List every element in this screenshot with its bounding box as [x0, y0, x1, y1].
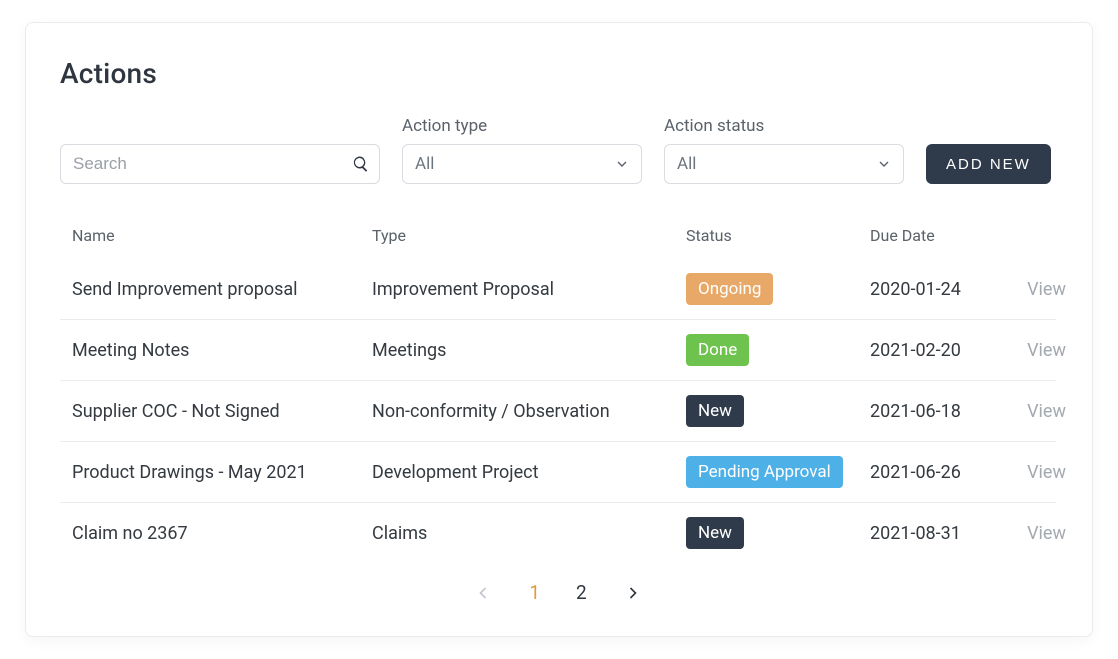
cell-status: Pending Approval [686, 456, 870, 488]
filter-status-group: Action status All [664, 116, 904, 184]
table-body: Send Improvement proposalImprovement Pro… [60, 259, 1056, 563]
filter-status-value: All [677, 154, 696, 174]
cell-name: Send Improvement proposal [72, 279, 372, 300]
actions-table: Name Type Status Due Date Send Improveme… [60, 212, 1056, 563]
table-header: Name Type Status Due Date [60, 212, 1056, 259]
cell-name: Meeting Notes [72, 340, 372, 361]
status-badge: Ongoing [686, 273, 773, 305]
search-input[interactable] [60, 144, 380, 184]
col-duedate: Due Date [870, 226, 1006, 245]
table-row: Supplier COC - Not SignedNon-conformity … [60, 381, 1056, 442]
view-link[interactable]: View [1006, 462, 1066, 483]
cell-type: Improvement Proposal [372, 279, 686, 300]
view-link[interactable]: View [1006, 401, 1066, 422]
col-name: Name [72, 226, 372, 245]
filter-status-select[interactable]: All [664, 144, 904, 184]
cell-due-date: 2021-08-31 [870, 523, 1006, 544]
table-row: Product Drawings - May 2021Development P… [60, 442, 1056, 503]
status-badge: New [686, 517, 744, 549]
cell-due-date: 2021-06-18 [870, 401, 1006, 422]
filter-type-label: Action type [402, 116, 642, 136]
cell-type: Meetings [372, 340, 686, 361]
cell-due-date: 2021-06-26 [870, 462, 1006, 483]
status-badge: Done [686, 334, 749, 366]
view-link[interactable]: View [1006, 340, 1066, 361]
filter-type-group: Action type All [402, 116, 642, 184]
page-prev [473, 583, 493, 603]
page-title: Actions [60, 57, 1056, 90]
view-link[interactable]: View [1006, 523, 1066, 544]
cell-due-date: 2020-01-24 [870, 279, 1006, 300]
cell-due-date: 2021-02-20 [870, 340, 1006, 361]
page-number[interactable]: 1 [529, 581, 540, 604]
cell-name: Supplier COC - Not Signed [72, 401, 372, 422]
cell-status: New [686, 517, 870, 549]
cell-type: Claims [372, 523, 686, 544]
page-next[interactable] [623, 583, 643, 603]
status-badge: Pending Approval [686, 456, 843, 488]
cell-status: Ongoing [686, 273, 870, 305]
filter-type-value: All [415, 154, 434, 174]
cell-status: New [686, 395, 870, 427]
search-group [60, 144, 380, 184]
status-badge: New [686, 395, 744, 427]
pagination: 12 [60, 581, 1056, 604]
search-wrap [60, 144, 380, 184]
cell-type: Development Project [372, 462, 686, 483]
table-row: Send Improvement proposalImprovement Pro… [60, 259, 1056, 320]
cell-status: Done [686, 334, 870, 366]
filter-type-select-wrap: All [402, 144, 642, 184]
add-new-button[interactable]: ADD NEW [926, 144, 1051, 184]
page-number[interactable]: 2 [576, 581, 587, 604]
view-link[interactable]: View [1006, 279, 1066, 300]
cell-name: Product Drawings - May 2021 [72, 462, 372, 483]
col-status: Status [686, 226, 870, 245]
filter-bar: Action type All Action status All [60, 116, 1056, 184]
cell-name: Claim no 2367 [72, 523, 372, 544]
filter-type-select[interactable]: All [402, 144, 642, 184]
filter-status-select-wrap: All [664, 144, 904, 184]
filter-status-label: Action status [664, 116, 904, 136]
table-row: Claim no 2367ClaimsNew2021-08-31View [60, 503, 1056, 563]
table-row: Meeting NotesMeetingsDone2021-02-20View [60, 320, 1056, 381]
actions-card: Actions Action type All Action st [25, 22, 1093, 637]
col-type: Type [372, 226, 686, 245]
cell-type: Non-conformity / Observation [372, 401, 686, 422]
